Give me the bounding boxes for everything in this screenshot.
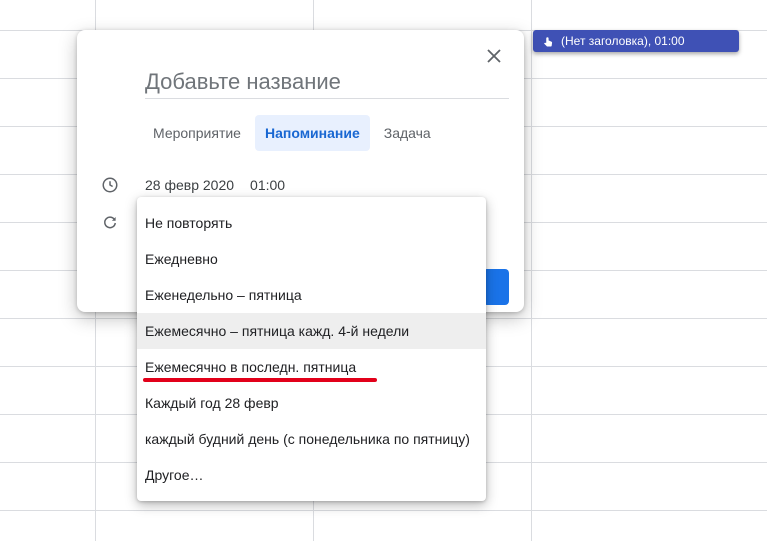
repeat-option-daily[interactable]: Ежедневно	[137, 241, 486, 277]
repeat-option-custom[interactable]: Другое…	[137, 457, 486, 493]
date-value[interactable]: 28 февр 2020	[145, 177, 234, 193]
time-value[interactable]: 01:00	[250, 177, 285, 193]
event-chip-label: (Нет заголовка), 01:00	[561, 34, 685, 48]
repeat-option-none[interactable]: Не повторять	[137, 205, 486, 241]
save-button[interactable]	[483, 269, 509, 305]
tab-reminder[interactable]: Напоминание	[254, 115, 370, 151]
tab-task[interactable]: Задача	[374, 115, 441, 151]
repeat-dropdown: Не повторять Ежедневно Еженедельно – пят…	[137, 197, 486, 501]
event-chip[interactable]: (Нет заголовка), 01:00	[533, 30, 739, 52]
event-type-tabs: Мероприятие Напоминание Задача	[143, 115, 445, 151]
grid-line	[0, 510, 767, 511]
clock-icon	[100, 175, 120, 195]
repeat-option-weekly[interactable]: Еженедельно – пятница	[137, 277, 486, 313]
repeat-option-weekdays[interactable]: каждый будний день (с понедельника по пя…	[137, 421, 486, 457]
close-icon	[487, 48, 501, 68]
repeat-option-yearly[interactable]: Каждый год 28 февр	[137, 385, 486, 421]
title-input[interactable]	[145, 66, 509, 99]
date-time-row: 28 февр 2020 01:00	[145, 177, 285, 193]
repeat-option-monthly-nth[interactable]: Ежемесячно – пятница кажд. 4-й недели	[137, 313, 486, 349]
touch-icon	[541, 34, 555, 48]
annotation-underline	[143, 378, 377, 382]
tab-event[interactable]: Мероприятие	[143, 115, 251, 151]
repeat-icon	[100, 213, 120, 233]
